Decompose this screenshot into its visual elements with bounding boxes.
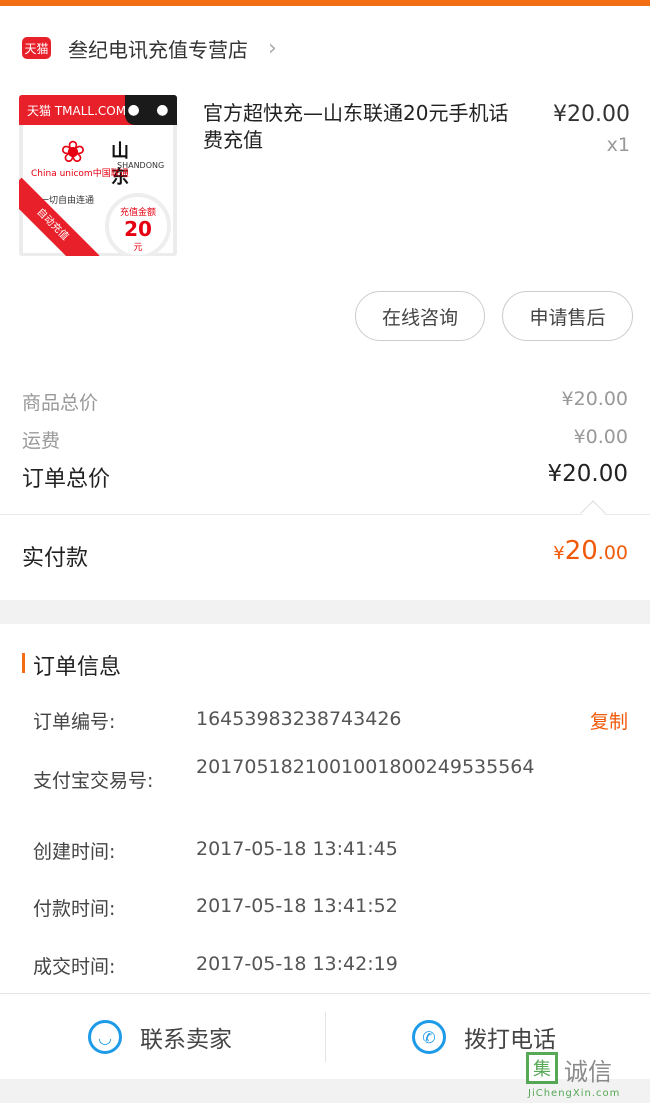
order-total-label: 订单总价 bbox=[22, 467, 111, 492]
paid-currency: ¥ bbox=[553, 543, 565, 564]
contact-seller-label: 联系卖家 bbox=[140, 1027, 232, 1053]
product-quantity: x1 bbox=[606, 134, 630, 156]
china-unicom-logo-icon: ❀ bbox=[60, 135, 86, 170]
paid-decimal: .00 bbox=[597, 542, 628, 564]
order-info-title: 订单信息 bbox=[33, 655, 122, 680]
online-consult-button[interactable]: 在线咨询 bbox=[355, 291, 485, 341]
thumbnail-amount-unit: 元 bbox=[133, 243, 143, 253]
order-total-value: ¥20.00 bbox=[547, 461, 628, 487]
contact-seller-button[interactable]: ◡ 联系卖家 bbox=[88, 994, 232, 1080]
created-time-label: 创建时间: bbox=[33, 841, 116, 863]
order-number-value: 16453983238743426 bbox=[196, 708, 402, 730]
tmall-cat-icon: ● ● bbox=[125, 95, 177, 125]
product-title[interactable]: 官方超快充—山东联通20元手机话费充值 bbox=[203, 100, 523, 154]
paid-label: 实付款 bbox=[22, 546, 89, 571]
thumbnail-amount: 20 bbox=[124, 217, 152, 241]
divider bbox=[0, 514, 650, 515]
paid-time-label: 付款时间: bbox=[33, 898, 116, 920]
thumbnail-amount-badge: 充值金额 20 元 bbox=[105, 193, 171, 256]
tmall-badge-icon: 天猫 bbox=[22, 37, 51, 59]
product-price: ¥20.00 bbox=[553, 102, 630, 127]
site-watermark: 集 诚信 JiChengXin.com bbox=[526, 1052, 644, 1100]
deal-time-value: 2017-05-18 13:42:19 bbox=[196, 953, 398, 975]
goods-total-value: ¥20.00 bbox=[561, 388, 628, 410]
order-number-label: 订单编号: bbox=[33, 711, 116, 733]
after-sale-button[interactable]: 申请售后 bbox=[502, 291, 633, 341]
paid-time-value: 2017-05-18 13:41:52 bbox=[196, 895, 398, 917]
bottom-divider bbox=[325, 1012, 326, 1062]
watermark-glyph: 集 bbox=[526, 1052, 558, 1084]
goods-total-label: 商品总价 bbox=[22, 392, 99, 414]
paid-integer: 20 bbox=[564, 536, 598, 566]
paid-amount: ¥20.00 bbox=[553, 536, 628, 566]
product-thumbnail[interactable]: 天猫 TMALL.COM ● ● ❀ 山 东 SHANDONG China un… bbox=[19, 95, 177, 256]
phone-icon: ✆ bbox=[412, 1020, 446, 1054]
shipping-value: ¥0.00 bbox=[573, 426, 628, 448]
copy-button[interactable]: 复制 bbox=[590, 707, 628, 734]
call-label: 拨打电话 bbox=[464, 1027, 556, 1053]
section-accent-bar bbox=[22, 653, 25, 673]
alipay-trade-label: 支付宝交易号: bbox=[33, 770, 154, 792]
alipay-trade-value: 2017051821001001800249535564 bbox=[196, 756, 535, 778]
thumbnail-carrier: China unicom中国联通 bbox=[31, 169, 129, 179]
thumbnail-brand-text: 天猫 TMALL.COM bbox=[27, 104, 127, 118]
deal-time-label: 成交时间: bbox=[33, 956, 116, 978]
watermark-text: 诚信 bbox=[564, 1058, 612, 1086]
shipping-label: 运费 bbox=[22, 430, 61, 452]
shop-header[interactable]: 天猫 叁纪电讯充值专营店 › bbox=[22, 28, 277, 68]
created-time-value: 2017-05-18 13:41:45 bbox=[196, 838, 398, 860]
shop-name[interactable]: 叁纪电讯充值专营店 bbox=[68, 34, 248, 63]
chevron-right-icon[interactable]: › bbox=[268, 36, 277, 61]
chat-smile-icon: ◡ bbox=[88, 1020, 122, 1054]
watermark-en: JiChengXin.com bbox=[528, 1088, 621, 1099]
